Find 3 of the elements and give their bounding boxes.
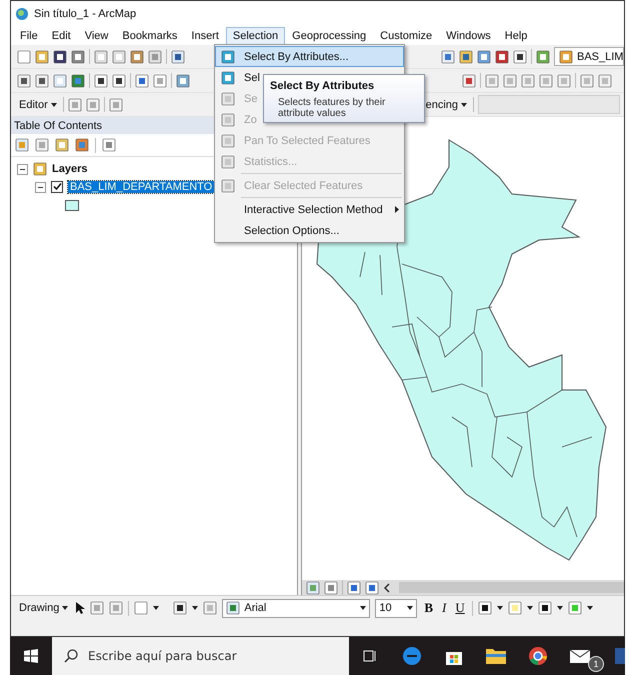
tooltip-text: Selects features by their attribute values bbox=[277, 97, 386, 119]
tooltip-title: Select By Attributes bbox=[270, 80, 376, 92]
window-title: Sin título_1 - ArcMap bbox=[34, 8, 136, 20]
